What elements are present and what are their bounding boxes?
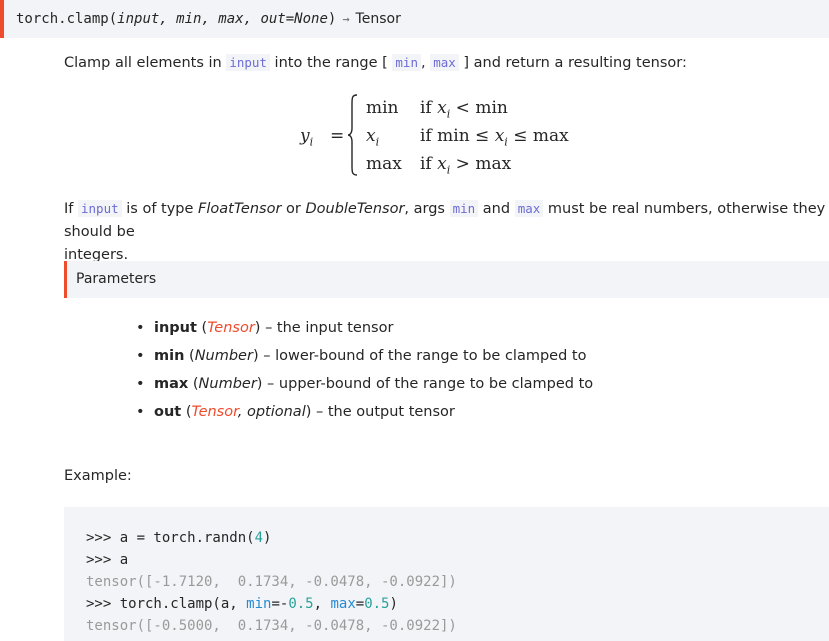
code-min: min xyxy=(449,200,479,217)
param-desc: – the input tensor xyxy=(260,320,394,336)
formula-equals: = xyxy=(330,126,345,146)
double-tensor-text: DoubleTensor xyxy=(305,201,405,217)
param-item-max: • max (Number) – upper-bound of the range… xyxy=(136,370,593,398)
return-type: Tensor xyxy=(355,11,401,27)
description-paragraph: Clamp all elements in input into the ran… xyxy=(64,51,687,75)
desc-text: Clamp all elements in xyxy=(64,55,227,71)
param-type: Number xyxy=(198,376,257,392)
param-desc: – the output tensor xyxy=(311,404,455,420)
param-type-link[interactable]: Tensor xyxy=(192,404,238,420)
bullet-icon: • xyxy=(136,348,145,364)
code-line: >>> torch.clamp(a, min=-0.5, max=0.5) xyxy=(86,596,398,612)
param-desc: – lower-bound of the range to be clamped… xyxy=(258,348,587,364)
example-code-block: >>> a = torch.randn(4) >>> a tensor([-1.… xyxy=(64,507,829,641)
code-max: max xyxy=(430,54,459,71)
return-arrow: → xyxy=(342,12,350,26)
function-signature: torch.clamp(input, min, max, out=None) → T… xyxy=(0,0,829,38)
code-line: >>> a xyxy=(86,552,129,568)
desc-text: into the range [ xyxy=(269,55,393,71)
function-name: torch.clamp xyxy=(16,11,109,27)
bullet-icon: • xyxy=(136,320,145,336)
param-desc: – upper-bound of the range to be clamped… xyxy=(262,376,594,392)
float-tensor-text: FloatTensor xyxy=(198,201,282,217)
param-name: min xyxy=(154,348,185,364)
param-item-input: • input (Tensor) – the input tensor xyxy=(136,314,593,342)
code-min: min xyxy=(392,54,421,71)
param-type: Number xyxy=(194,348,253,364)
desc-text: , xyxy=(420,55,431,71)
parameters-list: • input (Tensor) – the input tensor • min … xyxy=(136,314,593,426)
bullet-icon: • xyxy=(136,376,145,392)
clamp-formula: yi = min if xi < min xi if min ≤ xi ≤ ma… xyxy=(300,92,600,182)
code-output-line: tensor([-0.5000, 0.1734, -0.0478, -0.092… xyxy=(86,618,457,634)
code-input: input xyxy=(78,200,122,217)
case-3-condition: if xi > max xyxy=(420,154,512,177)
type-note-paragraph: If input is of type FloatTensor or Doubl… xyxy=(64,200,826,263)
case-2-condition: if min ≤ xi ≤ max xyxy=(420,126,569,149)
param-name: input xyxy=(154,320,197,336)
param-item-out: • out (Tensor, optional) – the output ten… xyxy=(136,398,593,426)
function-args: input, min, max, out=None xyxy=(117,11,328,27)
case-1-condition: if xi < min xyxy=(420,98,508,121)
case-3-value: max xyxy=(366,154,402,174)
param-optional: , optional xyxy=(237,404,306,420)
case-2-value: xi xyxy=(366,126,380,149)
desc-text: ] and return a resulting tensor: xyxy=(458,55,687,71)
code-output-line: tensor([-1.7120, 0.1734, -0.0478, -0.092… xyxy=(86,574,457,590)
paren-open: ( xyxy=(108,11,118,27)
parameters-heading: Parameters xyxy=(64,261,829,298)
paren-close: ) xyxy=(327,11,337,27)
code-max: max xyxy=(514,200,544,217)
example-label: Example: xyxy=(64,468,132,484)
bullet-icon: • xyxy=(136,404,145,420)
param-name: max xyxy=(154,376,189,392)
code-input: input xyxy=(226,54,270,71)
formula-lhs: yi xyxy=(300,126,314,149)
case-1-value: min xyxy=(366,98,399,118)
code-line: >>> a = torch.randn(4) xyxy=(86,530,272,546)
param-type-link[interactable]: Tensor xyxy=(207,320,255,336)
param-name: out xyxy=(154,404,182,420)
left-brace xyxy=(348,94,358,176)
param-item-min: • min (Number) – lower-bound of the range… xyxy=(136,342,593,370)
